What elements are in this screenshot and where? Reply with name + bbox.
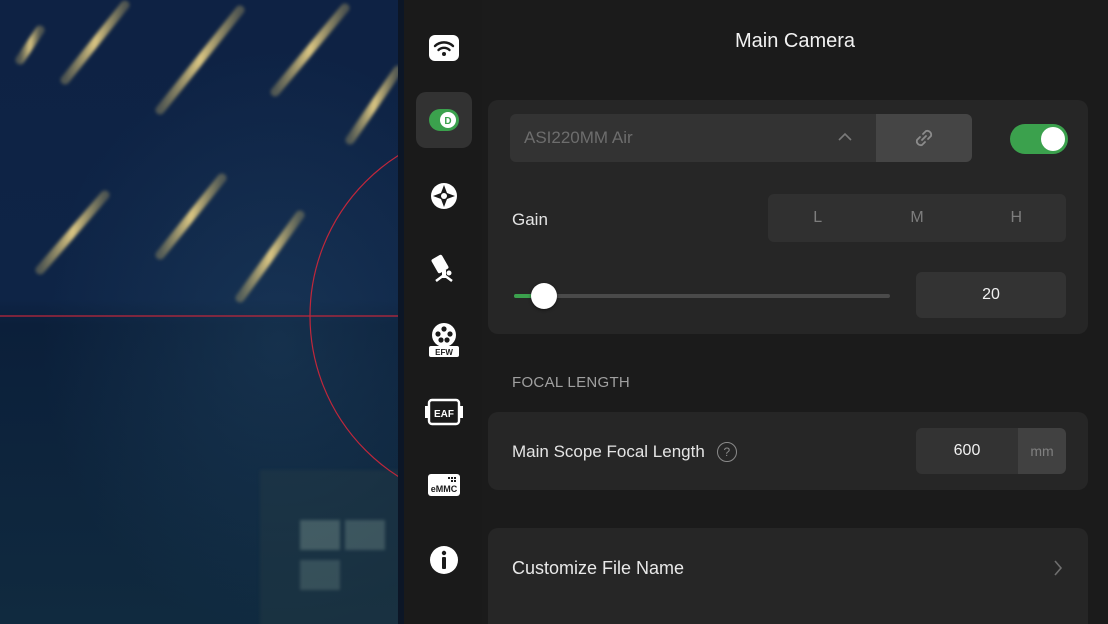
preview-image [0, 0, 398, 624]
efw-badge: EFW [435, 348, 453, 357]
info-icon [430, 546, 458, 574]
focal-length-card: Main Scope Focal Length ? 600 mm [488, 412, 1088, 490]
gain-value-input[interactable]: 20 [916, 272, 1066, 318]
guide-crosshair-icon [431, 183, 457, 209]
gain-option-high[interactable]: H [967, 194, 1066, 242]
telescope-mount-icon [431, 254, 453, 282]
customize-file-name-row[interactable]: Customize File Name [488, 528, 1088, 624]
rail-main-camera[interactable]: D [416, 92, 472, 148]
rail-guide[interactable] [416, 168, 472, 224]
chevron-right-icon [1054, 560, 1063, 576]
rail-mount[interactable] [416, 240, 472, 296]
focal-length-section-label: FOCAL LENGTH [512, 374, 631, 391]
rail-filter-wheel[interactable]: EFW [416, 312, 472, 368]
toggle-knob [1041, 127, 1065, 151]
gain-option-medium[interactable]: M [867, 194, 966, 242]
reticle [0, 154, 398, 478]
filter-wheel-icon: EFW [429, 323, 459, 357]
link-button[interactable] [876, 114, 972, 162]
gain-label: Gain [512, 210, 548, 229]
device-rail: D EFW EAF eMMC [404, 0, 482, 624]
chevron-up-icon [838, 132, 852, 141]
gain-slider[interactable] [514, 283, 890, 309]
gain-preset-group: L M H [768, 194, 1066, 242]
rail-info[interactable] [416, 532, 472, 588]
focal-length-unit: mm [1018, 428, 1066, 474]
wifi-icon [429, 35, 459, 61]
customize-file-name-label: Customize File Name [512, 558, 685, 578]
camera-select[interactable]: ASI220MM Air [510, 114, 876, 162]
gain-slider-thumb[interactable] [531, 283, 558, 309]
rail-wifi[interactable] [416, 20, 472, 76]
gain-option-low[interactable]: L [768, 194, 867, 242]
rail-focuser[interactable]: EAF [416, 384, 472, 440]
focal-length-row: Main Scope Focal Length ? [512, 442, 737, 462]
settings-panel: Main Camera ASI220MM Air Gain L M H 20 F… [482, 0, 1108, 624]
camera-toggle-icon: D [429, 109, 459, 131]
emmc-badge: eMMC [431, 484, 458, 494]
link-icon [915, 129, 933, 147]
camera-select-value: ASI220MM Air [524, 128, 633, 147]
page-title: Main Camera [734, 30, 856, 52]
camera-card: ASI220MM Air Gain L M H 20 [488, 100, 1088, 334]
star-trails [15, 0, 398, 303]
storage-icon: eMMC [428, 474, 460, 496]
camera-enable-toggle[interactable] [1010, 124, 1068, 154]
focuser-icon: EAF [425, 398, 463, 426]
rail-storage[interactable]: eMMC [416, 456, 472, 512]
camera-preview[interactable] [0, 0, 398, 624]
focal-length-label: Main Scope Focal Length [512, 442, 705, 461]
svg-text:D: D [444, 116, 451, 127]
help-icon[interactable]: ? [716, 442, 737, 462]
focal-length-input[interactable]: 600 [916, 428, 1018, 474]
eaf-badge: EAF [434, 409, 454, 420]
